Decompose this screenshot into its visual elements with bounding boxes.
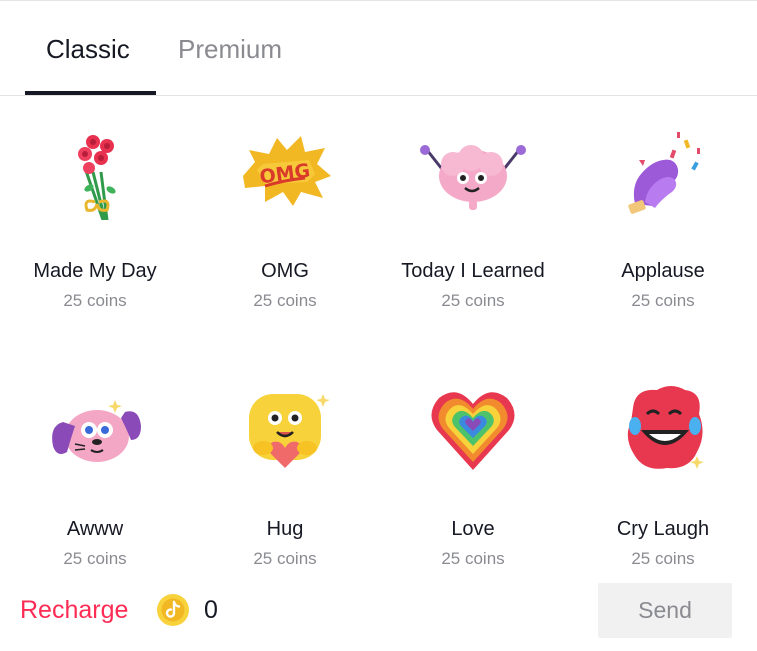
send-button[interactable]: Send <box>598 583 732 638</box>
gift-footer: Recharge 0 Send <box>0 580 757 640</box>
puppy-face-icon <box>52 400 141 462</box>
gift-name: OMG <box>261 260 309 282</box>
gift-name: Today I Learned <box>401 260 545 282</box>
gift-price: 25 coins <box>441 291 505 310</box>
gift-price: 25 coins <box>253 291 317 310</box>
tab-premium[interactable]: Premium <box>178 34 282 65</box>
cry-laugh-face-icon <box>627 386 704 469</box>
gift-price: 25 coins <box>63 291 127 310</box>
rainbow-heart-icon <box>431 392 515 470</box>
gift-price: 25 coins <box>441 549 505 568</box>
omg-splash-icon: OMG <box>243 136 331 206</box>
gift-price: 25 coins <box>631 291 695 310</box>
gift-name: Cry Laugh <box>616 518 710 540</box>
gift-name: Hug <box>266 518 304 540</box>
brain-icon <box>420 145 526 210</box>
gift-price: 25 coins <box>631 549 695 568</box>
tab-classic[interactable]: Classic <box>46 34 130 65</box>
rose-bouquet-icon <box>78 135 116 220</box>
gift-name: Applause <box>621 260 705 282</box>
clapping-hands-icon <box>628 132 700 214</box>
gift-price: 25 coins <box>253 549 317 568</box>
gift-tabs: Classic Premium <box>0 0 757 96</box>
gift-name: Love <box>451 518 495 540</box>
gift-price: 25 coins <box>63 549 127 568</box>
hugging-face-icon <box>249 394 330 468</box>
tiktok-coin-icon <box>157 594 189 626</box>
coin-balance: 0 <box>204 596 218 624</box>
active-tab-indicator <box>25 91 156 95</box>
gift-name: Awww <box>66 518 124 540</box>
gift-name: Made My Day <box>33 260 157 282</box>
recharge-link[interactable]: Recharge <box>20 596 128 625</box>
